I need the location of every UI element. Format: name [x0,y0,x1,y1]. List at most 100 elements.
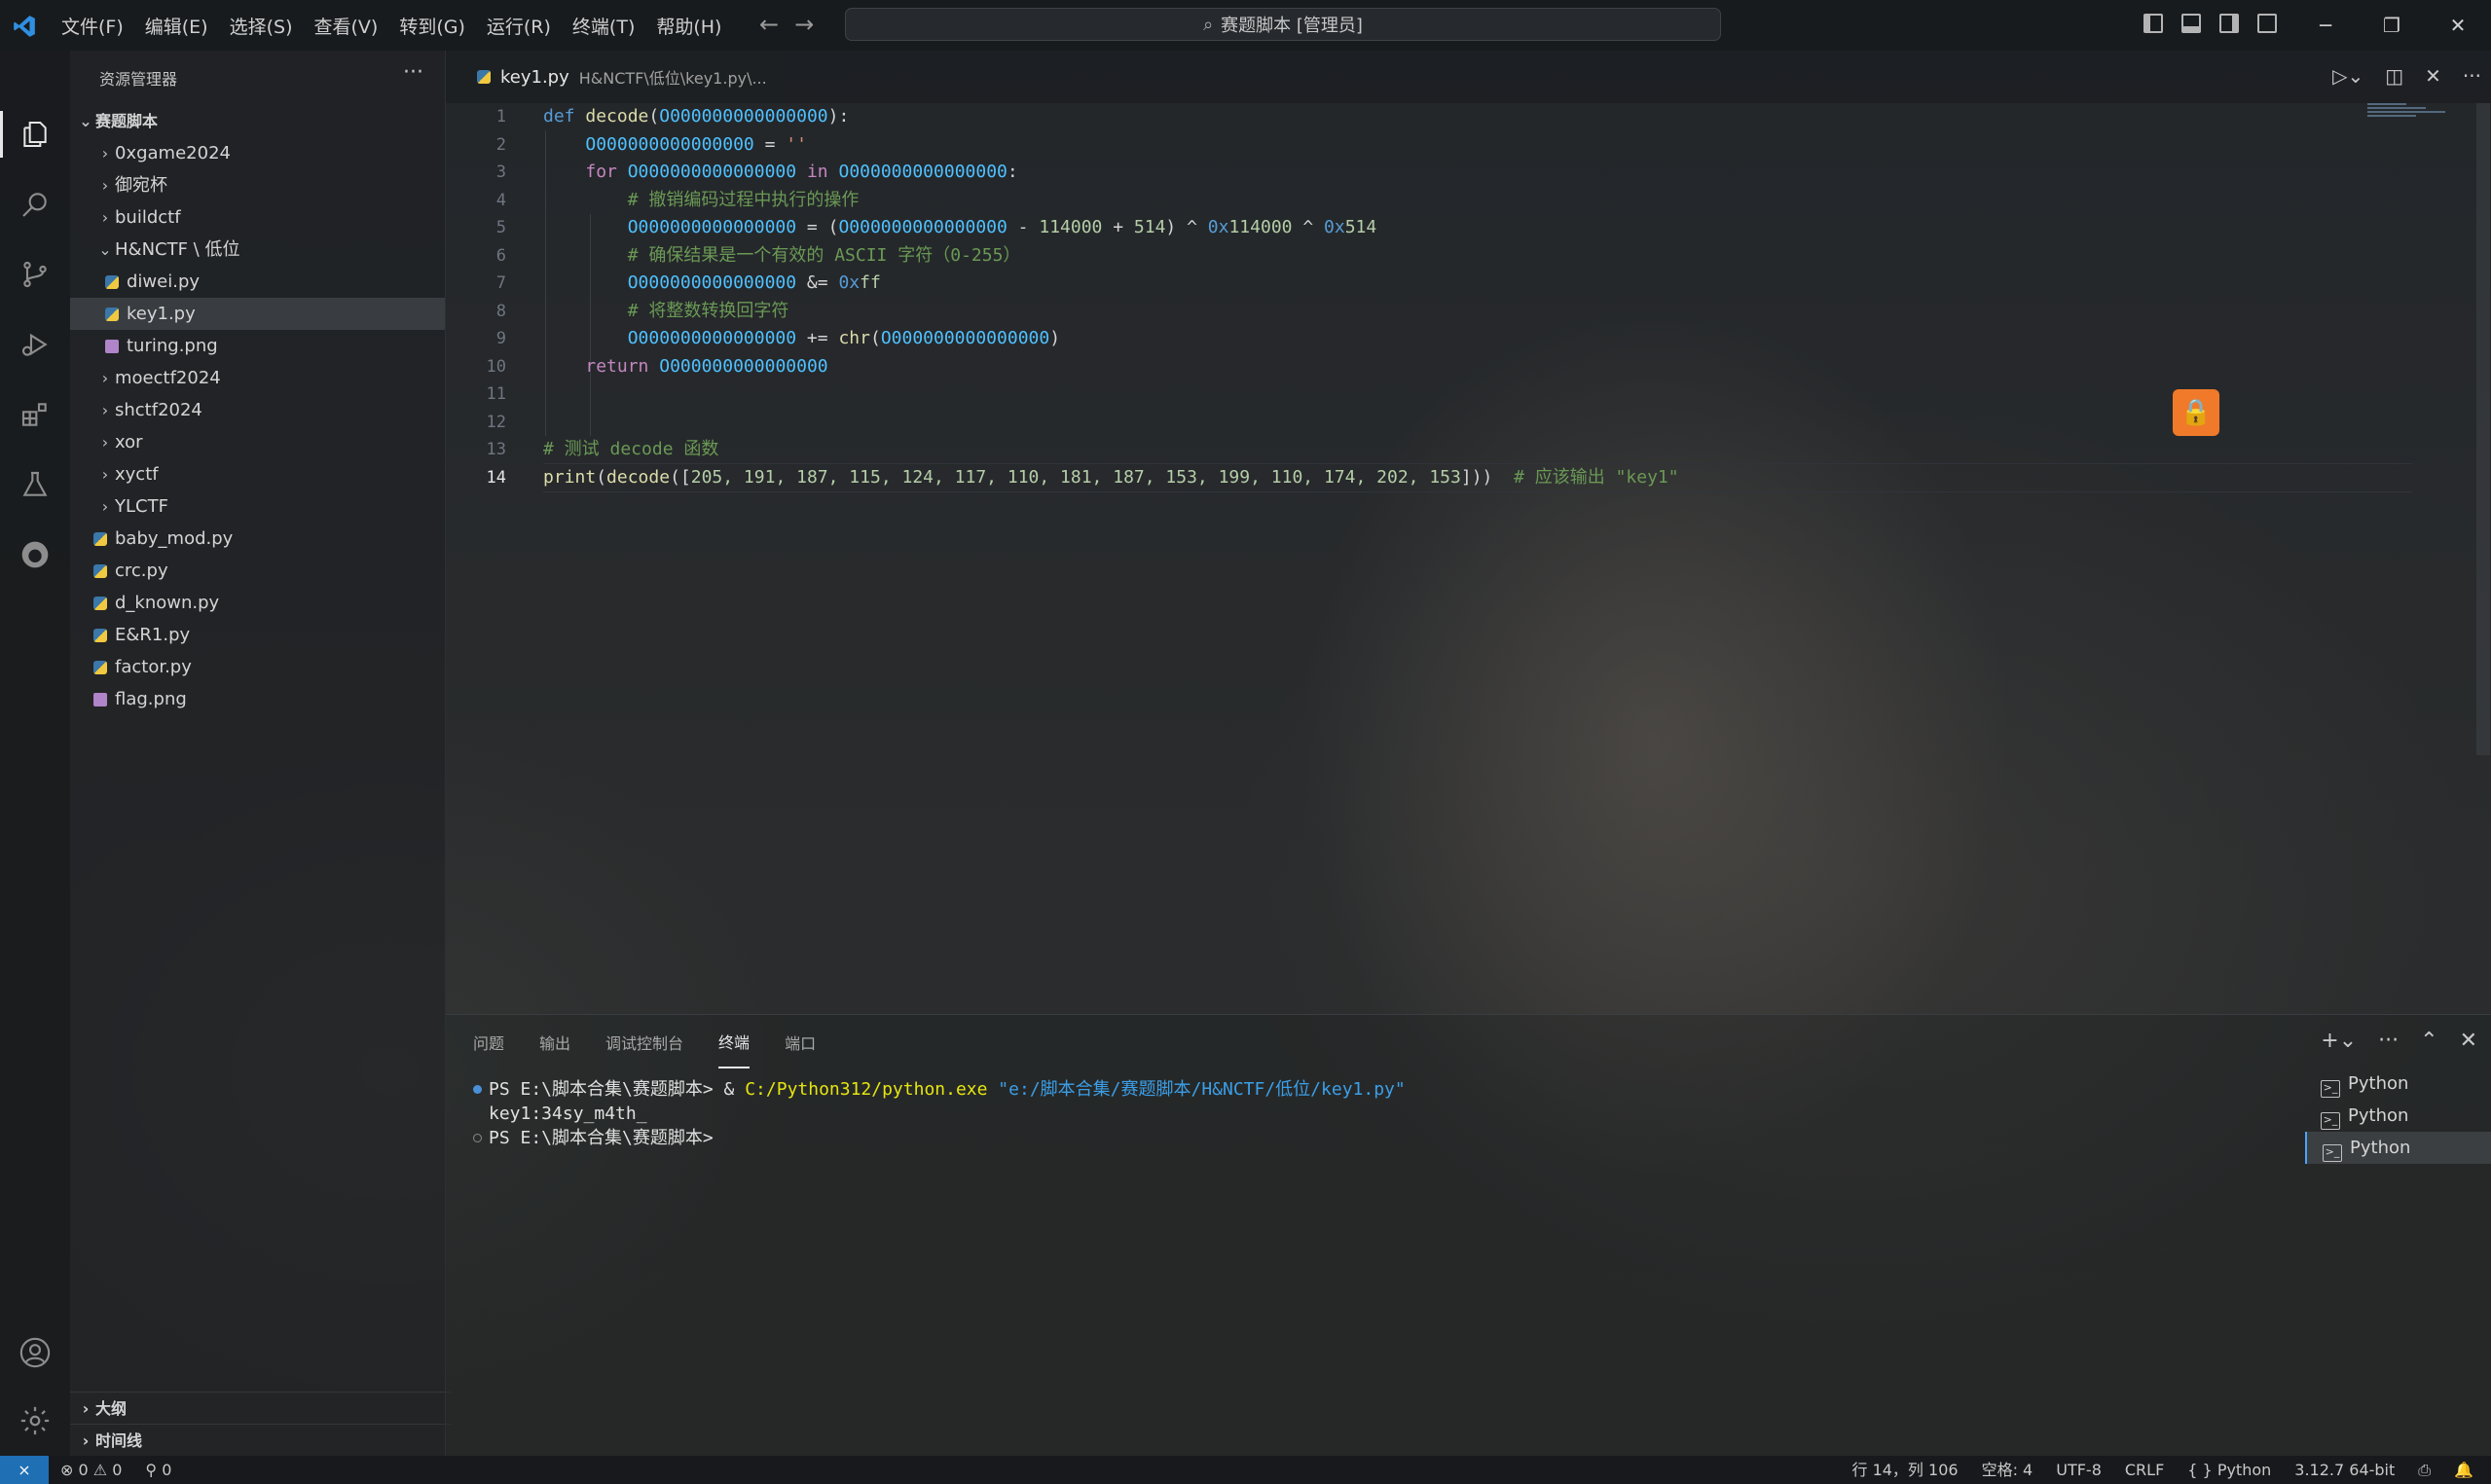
close-window-icon[interactable]: ✕ [2425,0,2491,51]
terminal-item[interactable]: >_ Python [2305,1100,2491,1132]
back-arrow-icon[interactable]: ← [759,12,779,37]
indentation[interactable]: 空格: 4 [1982,1456,2033,1484]
file-er1-py[interactable]: E&R1.py [70,619,445,651]
explorer-icon[interactable] [14,113,56,156]
menu-help[interactable]: 帮助(H) [645,13,732,39]
menu-file[interactable]: 文件(F) [51,13,134,39]
language-mode[interactable]: { } Python [2187,1456,2271,1484]
file-crc-py[interactable]: crc.py [70,555,445,587]
lock-icon[interactable]: 🔒 [2173,389,2219,436]
restore-icon[interactable]: ❐ [2359,0,2425,51]
tab-terminal[interactable]: 终端 [718,1016,751,1068]
more-actions-icon[interactable]: ··· [2378,1029,2399,1053]
forward-arrow-icon[interactable]: → [794,12,814,37]
folder-hnctf-diwei[interactable]: ⌄ H&NCTF \ 低位 [70,234,445,266]
feedback-icon[interactable]: ⎙ [2418,1456,2431,1484]
file-tree: ⌄ 赛题脚本 › 0xgame2024 › 御宛杯 › buildctf ⌄ H&NCTF… [70,105,445,715]
terminal-output[interactable]: PS E:\脚本合集\赛题脚本> & C:/Python312/python.e… [473,1077,1406,1150]
toggle-panel-icon[interactable] [2181,14,2201,33]
testing-flask-icon[interactable] [14,463,56,506]
chevron-down-icon: ⌄ [98,240,112,259]
python-file-icon [93,532,107,546]
python-interpreter[interactable]: 3.12.7 64-bit [2294,1456,2395,1484]
explorer-sidebar: 资源管理器 ··· ⌄ 赛题脚本 › 0xgame2024 › 御宛杯 › buildc… [70,51,451,1456]
run-debug-icon[interactable] [14,323,56,366]
code-editor[interactable]: 1 2 3 4 5 6 7 8 9 10 11 12 13 14 def dec… [446,103,2471,1012]
github-icon[interactable] [14,533,56,576]
file-flag-png[interactable]: flag.png [70,683,445,715]
ports-status[interactable]: ⚲ 0 [145,1456,171,1484]
chevron-right-icon: › [101,433,109,452]
folder-0xgame2024[interactable]: › 0xgame2024 [70,137,445,169]
minimize-icon[interactable]: ─ [2292,0,2359,51]
close-editor-icon[interactable]: ✕ [2425,64,2441,88]
tab-path: H&NCTF\低位\key1.py\... [578,69,767,88]
menu-edit[interactable]: 编辑(E) [134,13,219,39]
file-turing-png[interactable]: turing.png [70,330,445,362]
code-line: O000000000000000 += chr(O000000000000000… [627,328,1061,348]
file-key1-py[interactable]: key1.py [70,298,445,330]
folder-yuwanbei[interactable]: › 御宛杯 [70,169,445,201]
tab-problems[interactable]: 问题 [473,1017,504,1068]
warning-icon: ⚠ [92,1461,108,1479]
editor-scrollbar[interactable] [2476,103,2490,755]
terminal-item[interactable]: >_ Python [2305,1068,2491,1100]
python-file-icon [93,564,107,578]
tree-root-folder[interactable]: ⌄ 赛题脚本 [70,105,445,137]
run-file-icon[interactable]: ▷⌄ [2332,64,2363,88]
code-line: def decode(O000000000000000): [543,106,850,127]
close-panel-icon[interactable]: ✕ [2460,1029,2477,1053]
command-pending-dot-icon [473,1134,482,1142]
menu-view[interactable]: 查看(V) [304,13,389,39]
file-diwei-py[interactable]: diwei.py [70,266,445,298]
more-actions-icon[interactable]: ··· [403,60,423,85]
folder-ylctf[interactable]: › YLCTF [70,490,445,523]
customize-layout-icon[interactable] [2257,14,2277,33]
folder-buildctf[interactable]: › buildctf [70,201,445,234]
maximize-panel-icon[interactable]: ⌃ [2420,1029,2437,1053]
minimap[interactable] [2367,103,2465,142]
menu-terminal[interactable]: 终端(T) [562,13,645,39]
tab-debug-console[interactable]: 调试控制台 [605,1017,683,1068]
file-baby-mod-py[interactable]: baby_mod.py [70,523,445,555]
timeline-section[interactable]: › 时间线 [70,1424,451,1457]
toggle-primary-sidebar-icon[interactable] [2143,14,2163,33]
settings-gear-icon[interactable] [14,1399,56,1442]
folder-xyctf[interactable]: › xyctf [70,458,445,490]
notifications-bell-icon[interactable]: 🔔 [2454,1456,2473,1484]
folder-moectf2024[interactable]: › moectf2024 [70,362,445,394]
file-factor-py[interactable]: factor.py [70,651,445,683]
menu-run[interactable]: 运行(R) [476,13,562,39]
folder-shctf2024[interactable]: › shctf2024 [70,394,445,426]
new-terminal-icon[interactable]: +⌄ [2321,1029,2357,1053]
menu-selection[interactable]: 选择(S) [219,13,304,39]
terminal-item-active[interactable]: >_ Python [2305,1132,2491,1164]
encoding[interactable]: UTF-8 [2056,1456,2102,1484]
toggle-secondary-sidebar-icon[interactable] [2219,14,2239,33]
source-control-icon[interactable] [14,253,56,296]
account-icon[interactable] [14,1331,56,1374]
file-d-known-py[interactable]: d_known.py [70,587,445,619]
code-line: # 将整数转换回字符 [627,300,789,321]
tab-ports[interactable]: 端口 [785,1017,816,1068]
search-icon[interactable] [14,183,56,226]
command-center-search[interactable]: ⌕ 赛题脚本 [管理员] [845,8,1721,41]
menu-go[interactable]: 转到(G) [388,13,476,39]
remote-indicator-icon[interactable]: ⨯ [0,1456,49,1484]
outline-section[interactable]: › 大纲 [70,1392,451,1425]
problems-status[interactable]: ⊗ 0 ⚠ 0 [60,1456,122,1484]
code-line: O000000000000000 &= 0xff [627,272,881,293]
chevron-right-icon: › [101,176,109,195]
folder-xor[interactable]: › xor [70,426,445,458]
command-success-dot-icon [473,1085,482,1094]
code-line: # 确保结果是一个有效的 ASCII 字符（0-255） [627,244,1021,266]
more-actions-icon[interactable]: ··· [2463,64,2481,88]
python-file-icon [93,597,107,610]
split-editor-icon[interactable]: ◫ [2385,64,2403,88]
python-file-icon [105,275,119,289]
tab-key1-py[interactable]: key1.py H&NCTF\低位\key1.py\... [446,51,787,103]
cursor-position[interactable]: 行 14，列 106 [1851,1456,1958,1484]
extensions-icon[interactable] [14,393,56,436]
tab-output[interactable]: 输出 [539,1017,570,1068]
end-of-line[interactable]: CRLF [2125,1456,2164,1484]
